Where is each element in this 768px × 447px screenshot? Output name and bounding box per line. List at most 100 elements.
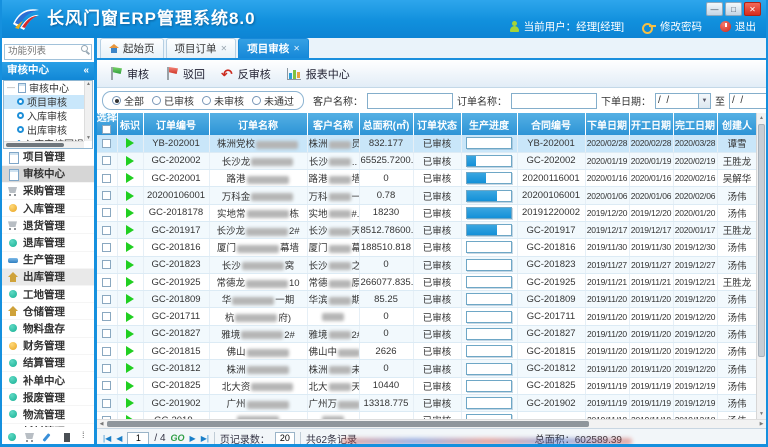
tab[interactable]: 项目订单 ✕	[166, 38, 237, 58]
sidebar-module-item[interactable]: 出库管理	[2, 269, 94, 286]
table-row[interactable]: GC-201815 佛山 佛山中库 2626 已审核 GC-201815 201…	[97, 343, 757, 360]
scroll-thumb[interactable]	[107, 421, 589, 427]
go-button[interactable]: GO	[171, 433, 185, 443]
row-checkbox[interactable]	[102, 260, 111, 269]
collapse-icon[interactable]: «	[83, 62, 89, 79]
sidebar-module-item[interactable]: 退货管理	[2, 217, 94, 234]
function-search-input[interactable]	[4, 44, 92, 60]
scroll-right-icon[interactable]: ▶	[757, 420, 766, 428]
sidebar-module-item[interactable]: 报废管理	[2, 389, 94, 406]
table-row[interactable]: GC-201827 雅境2# 雅境2# 0 已审核 GC-201827 2019…	[97, 325, 757, 342]
toolbar-button[interactable]: 驳回	[165, 66, 205, 82]
table-row[interactable]: GC-201902 广州 广州万森林 13318.775 已审核 GC-2019…	[97, 394, 757, 411]
table-row[interactable]: GC-202001 路港 路港墙 0 已审核 20200116001 2020/…	[97, 170, 757, 187]
column-header[interactable]: 生产进度	[461, 113, 517, 135]
table-vertical-scrollbar[interactable]: ▲ ▼	[756, 113, 766, 419]
radio-icon[interactable]	[202, 96, 211, 105]
first-page-button[interactable]: |◀	[103, 434, 111, 443]
order-name-input[interactable]	[511, 93, 597, 109]
close-tab-icon[interactable]: ✕	[221, 44, 228, 53]
change-password-link[interactable]: 修改密码	[660, 19, 702, 34]
last-page-button[interactable]: ▶|	[201, 434, 209, 443]
table-row[interactable]: GC-201812 株洲 株洲未来 0 已审核 GC-201812 2019/1…	[97, 360, 757, 377]
row-checkbox[interactable]	[102, 295, 111, 304]
row-checkbox[interactable]	[102, 347, 111, 356]
toolbar-button[interactable]: 审核	[109, 66, 149, 82]
column-header[interactable]: 订单状态	[413, 113, 461, 135]
column-header[interactable]: 标识	[117, 113, 143, 135]
table-row[interactable]: GC-201917 长沙龙2# 长沙天.. 8512.78600.. 已审核 G…	[97, 221, 757, 238]
row-checkbox[interactable]	[102, 156, 111, 165]
close-button[interactable]: ✕	[744, 2, 761, 16]
page-number-input[interactable]	[127, 432, 149, 445]
row-checkbox[interactable]	[102, 278, 111, 287]
sidebar-module-item[interactable]: 财务管理	[2, 338, 94, 355]
table-horizontal-scrollbar[interactable]: ◀ ▶	[97, 419, 766, 428]
table-row[interactable]: GC-201711 杭府) 0 已审核 GC-201711 2019/11/20…	[97, 308, 757, 325]
scroll-down-icon[interactable]: ▼	[757, 409, 766, 419]
row-checkbox[interactable]	[102, 329, 111, 338]
status-radio[interactable]: 全部	[112, 93, 144, 108]
cart-icon[interactable]	[25, 432, 35, 442]
scroll-thumb[interactable]	[6, 143, 64, 147]
row-checkbox[interactable]	[102, 399, 111, 408]
tree-item[interactable]: 项目审核	[4, 95, 84, 109]
more-dots-icon[interactable]	[79, 432, 89, 442]
column-header[interactable]: 订单名称	[209, 113, 307, 135]
sidebar-module-item[interactable]: 物流管理	[2, 406, 94, 423]
column-header[interactable]: 选择	[97, 113, 117, 135]
scroll-thumb[interactable]	[758, 124, 765, 357]
radio-icon[interactable]	[152, 96, 161, 105]
dropdown-icon[interactable]: ▼	[699, 93, 711, 109]
sidebar-module-item[interactable]: 入库管理	[2, 200, 94, 217]
table-row[interactable]: GC-201925 常德龙10 常德原.. 266077.835.. 已审核 G…	[97, 273, 757, 290]
table-row[interactable]: GC-2019.. 已审核 2019/11/18 2019/11/18 2019…	[97, 412, 757, 419]
row-checkbox[interactable]	[102, 208, 111, 217]
scroll-up-icon[interactable]: ▲	[86, 81, 91, 87]
page-size-input[interactable]	[275, 432, 295, 445]
column-header[interactable]: 客户名称	[307, 113, 359, 135]
minimize-button[interactable]: —	[706, 2, 723, 16]
select-all-checkbox[interactable]	[102, 125, 111, 134]
scroll-left-icon[interactable]: ◀	[97, 420, 106, 428]
row-checkbox[interactable]	[102, 381, 111, 390]
row-checkbox[interactable]	[102, 364, 111, 373]
tree-vertical-scrollbar[interactable]: ▲ ▼	[84, 81, 92, 141]
row-checkbox[interactable]	[102, 191, 111, 200]
column-header[interactable]: 创建人	[717, 113, 757, 135]
table-row[interactable]: YB-202001 株洲党校 株洲员.. 832.177 已审核 YB-2020…	[97, 135, 757, 152]
radio-icon[interactable]	[252, 96, 261, 105]
column-header[interactable]: 下单日期	[585, 113, 629, 135]
prev-page-button[interactable]: ◀	[116, 434, 122, 443]
customer-name-input[interactable]	[367, 93, 453, 109]
toolbar-button[interactable]: ↶ 反审核	[221, 66, 271, 82]
book-icon[interactable]	[61, 432, 71, 442]
column-header[interactable]: 总面积(㎡)	[359, 113, 413, 135]
table-row[interactable]: GC-201809 华一期 华滨期 85.25 已审核 GC-201809 20…	[97, 291, 757, 308]
row-checkbox[interactable]	[102, 174, 111, 183]
toolbar-button[interactable]: 报表中心	[287, 66, 350, 82]
order-date-from-input[interactable]	[655, 93, 699, 109]
sidebar-module-item[interactable]: 项目管理	[2, 149, 94, 166]
table-row[interactable]: GC-2018178 实地常栋 实地#.. 18230 已审核 20191220…	[97, 204, 757, 221]
tab[interactable]: 起始页	[100, 38, 164, 58]
sidebar-module-item[interactable]: 退库管理	[2, 234, 94, 251]
sidebar-module-item[interactable]: 生产管理	[2, 252, 94, 269]
scroll-down-icon[interactable]: ▼	[86, 135, 91, 141]
status-radio[interactable]: 未通过	[252, 93, 294, 108]
close-tab-icon[interactable]: ✕	[293, 44, 300, 53]
row-checkbox[interactable]	[102, 226, 111, 235]
tree-item[interactable]: 入库审核	[4, 109, 84, 123]
next-page-button[interactable]: ▶	[190, 434, 196, 443]
tree-item[interactable]: 出库审核	[4, 123, 84, 137]
restore-button[interactable]: □	[725, 2, 742, 16]
radio-icon[interactable]	[112, 96, 121, 105]
dot-icon[interactable]	[7, 432, 17, 442]
column-header[interactable]: 完工日期	[673, 113, 717, 135]
sidebar-module-item[interactable]: 结算管理	[2, 355, 94, 372]
table-row[interactable]: GC-202002 长沙龙 长沙.. 65525.7200.. 已审核 GC-2…	[97, 152, 757, 169]
sidebar-module-item[interactable]: 仓储管理	[2, 303, 94, 320]
table-row[interactable]: GC-201825 北大资 北大天.. 10440 已审核 GC-201825 …	[97, 377, 757, 394]
tab[interactable]: 项目审核 ✕	[238, 38, 309, 58]
row-checkbox[interactable]	[102, 312, 111, 321]
